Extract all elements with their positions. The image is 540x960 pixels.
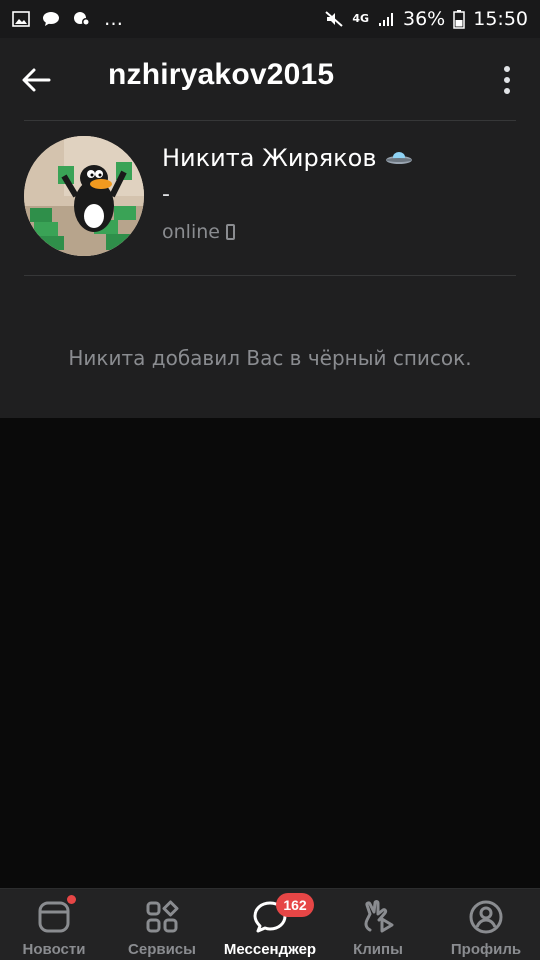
clips-icon	[360, 899, 396, 935]
profile-card: nzhiryakov2015 Никита Жиряков - online Н…	[0, 38, 540, 418]
blocked-notice: Никита добавил Вас в чёрный список.	[68, 346, 472, 370]
tab-label: Мессенджер	[223, 941, 317, 958]
divider	[24, 275, 516, 276]
online-status: online	[162, 221, 235, 243]
status-ellipsis: …	[104, 8, 123, 30]
tab-news[interactable]: Новости	[0, 889, 108, 960]
page-title: nzhiryakov2015	[108, 58, 335, 91]
mute-icon	[324, 10, 344, 28]
profile-row[interactable]: Никита Жиряков - online	[0, 120, 540, 275]
status-bar: … 4G 36% 15:50	[0, 0, 540, 38]
services-icon	[144, 899, 180, 935]
more-dot-icon	[504, 66, 510, 72]
tab-services[interactable]: Сервисы	[108, 889, 216, 960]
network-type: 4G	[352, 12, 369, 25]
tab-label: Клипы	[353, 941, 403, 958]
battery-icon	[453, 9, 465, 29]
online-text: online	[162, 221, 220, 243]
image-icon	[12, 11, 30, 27]
ufo-icon	[385, 144, 413, 172]
profile-name-text: Никита Жиряков	[162, 144, 377, 172]
notification-dot	[67, 895, 76, 904]
more-options-button[interactable]	[492, 60, 522, 100]
more-dot-icon	[504, 77, 510, 83]
mobile-phone-icon	[225, 224, 235, 240]
tab-clips[interactable]: Клипы	[324, 889, 432, 960]
news-icon	[36, 895, 76, 935]
more-dot-icon	[504, 88, 510, 94]
profile-icon	[468, 899, 504, 935]
header: nzhiryakov2015	[0, 38, 540, 120]
back-button[interactable]	[14, 58, 58, 102]
clock: 15:50	[473, 8, 528, 30]
profile-name: Никита Жиряков	[162, 144, 413, 172]
cloud-settings-icon	[72, 10, 92, 28]
tab-label: Новости	[22, 941, 86, 958]
bottom-tab-bar: Новости Сервисы 162 Мессенджер Клипы Про…	[0, 888, 540, 960]
profile-status: -	[162, 182, 170, 207]
signal-icon	[377, 11, 395, 27]
tab-label: Сервисы	[128, 941, 196, 958]
chat-bubble-icon	[42, 11, 60, 27]
avatar[interactable]	[24, 136, 144, 256]
tab-messenger[interactable]: 162 Мессенджер	[216, 889, 324, 960]
messenger-icon: 162	[252, 893, 314, 935]
tab-profile[interactable]: Профиль	[432, 889, 540, 960]
tab-label: Профиль	[450, 941, 522, 958]
arrow-left-icon	[22, 68, 51, 92]
unread-badge: 162	[276, 893, 314, 917]
battery-percent: 36%	[403, 8, 446, 30]
